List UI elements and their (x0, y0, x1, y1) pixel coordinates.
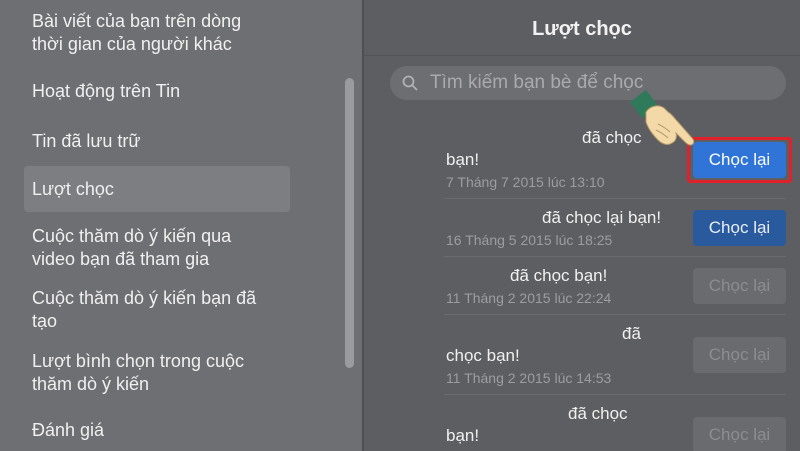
page-title: Lượt chọc (532, 18, 632, 40)
sidebar-item-label: video bạn đã tham gia (32, 249, 210, 269)
sidebar-item-video-polls[interactable]: Cuộc thăm dò ý kiến qua video bạn đã tha… (24, 225, 290, 273)
search-input[interactable] (430, 66, 770, 100)
poke-text: chọc bạn! (446, 346, 520, 365)
poke-back-button[interactable]: Chọc lại (693, 268, 786, 304)
poke-text: bạn! (446, 426, 480, 445)
highlight-annotation (687, 137, 792, 183)
sidebar-item-created-polls[interactable]: Cuộc thăm dò ý kiến bạn đã tạo (24, 287, 290, 335)
row-divider (444, 314, 786, 315)
sidebar-item-label: thăm dò ý kiến (32, 374, 150, 394)
poke-back-button[interactable]: Chọc lại (693, 210, 786, 246)
sidebar-item-reviews[interactable]: Đánh giá (24, 419, 290, 445)
sidebar-item-timeline-posts[interactable]: Bài viết của bạn trên dòng thời gian của… (24, 10, 290, 60)
sidebar-item-poll-votes[interactable]: Lượt bình chọn trong cuộc thăm dò ý kiến (24, 350, 290, 398)
poke-back-button[interactable]: Chọc lại (693, 417, 786, 451)
poke-back-button[interactable]: Chọc lại (693, 337, 786, 373)
sidebar-item-label: Đánh giá (32, 420, 105, 440)
poke-text: đã (622, 324, 641, 343)
sidebar-item-label: thời gian của người khác (32, 34, 232, 54)
poke-timestamp: 16 Tháng 5 2015 lúc 18:25 (446, 232, 613, 248)
poke-text: đã chọc bạn! (510, 266, 608, 285)
poke-text: bạn! (446, 150, 480, 169)
sidebar-item-label: tạo (32, 311, 58, 331)
settings-sidebar: Bài viết của bạn trên dòng thời gian của… (0, 0, 362, 451)
sidebar-item-label: Cuộc thăm dò ý kiến qua (32, 226, 232, 246)
sidebar-item-label: Lượt chọc (32, 179, 114, 199)
sidebar-item-story-archive[interactable]: Tin đã lưu trữ (24, 130, 290, 156)
poke-timestamp: 11 Tháng 2 2015 lúc 14:53 (446, 370, 612, 386)
poke-timestamp: 11 Tháng 2 2015 lúc 22:24 (446, 290, 612, 306)
sidebar-item-label: Cuộc thăm dò ý kiến bạn đã (32, 288, 257, 308)
sidebar-item-label: Tin đã lưu trữ (32, 131, 141, 151)
search-box[interactable] (390, 66, 786, 100)
header-divider (364, 55, 800, 56)
sidebar-item-label: Hoạt động trên Tin (32, 81, 181, 101)
poke-timestamp: 7 Tháng 7 2015 lúc 13:10 (446, 174, 605, 190)
sidebar-item-pokes[interactable]: Lượt chọc (24, 166, 290, 212)
row-divider (444, 198, 786, 199)
poke-text: đã chọc (568, 404, 628, 423)
pointing-hand-icon (630, 90, 695, 146)
sidebar-scrollbar[interactable] (345, 78, 354, 368)
sidebar-item-label: Bài viết của bạn trên dòng (32, 11, 242, 31)
row-divider (444, 394, 786, 395)
row-divider (444, 256, 786, 257)
poke-text: đã chọc lại bạn! (542, 208, 662, 227)
search-icon (402, 75, 418, 91)
sidebar-item-label: Lượt bình chọn trong cuộc (32, 351, 244, 371)
sidebar-item-story-activity[interactable]: Hoạt động trên Tin (24, 80, 290, 106)
